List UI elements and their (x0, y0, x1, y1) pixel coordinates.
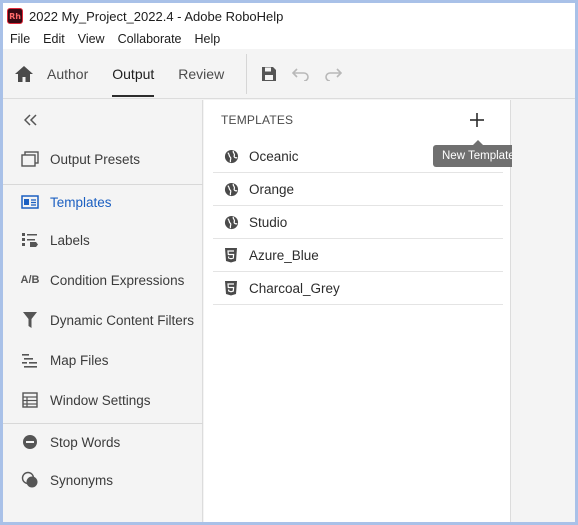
tab-review[interactable]: Review (166, 49, 236, 99)
double-chevron-left-icon[interactable] (21, 110, 41, 130)
sidebar-item-label: Templates (50, 194, 112, 210)
ab-icon: A/B (20, 274, 40, 286)
templates-header: TEMPLATES (221, 113, 294, 127)
sidebar-item-window-settings[interactable]: Window Settings (3, 380, 203, 420)
tab-author-label: Author (47, 65, 89, 82)
template-name: Azure_Blue (249, 247, 319, 263)
new-template-button[interactable] (466, 109, 488, 131)
undo-icon (292, 67, 309, 81)
tab-output-label: Output (112, 65, 155, 82)
templates-panel: TEMPLATES Oceanic Orange Studio Azure_Bl… (204, 100, 524, 522)
robohelp-logo-icon: Rh (7, 8, 23, 24)
undo-button[interactable] (287, 60, 315, 88)
menu-view[interactable]: View (78, 32, 105, 46)
tab-output[interactable]: Output (100, 49, 166, 99)
synonyms-icon (20, 470, 40, 490)
toolbar-divider (246, 53, 248, 94)
menu-collaborate[interactable]: Collaborate (118, 32, 182, 46)
menu-bar: File Edit View Collaborate Help (3, 29, 575, 49)
save-button[interactable] (255, 60, 283, 88)
sidebar-item-label: Map Files (50, 352, 109, 368)
tab-review-label: Review (178, 65, 225, 82)
list-item[interactable]: Charcoal_Grey (213, 272, 503, 305)
sidebar-item-label: Condition Expressions (50, 272, 185, 288)
labels-icon (20, 230, 40, 250)
menu-edit[interactable]: Edit (43, 32, 65, 46)
globe-icon (223, 181, 239, 197)
template-name: Studio (249, 214, 288, 230)
plus-icon (470, 113, 484, 127)
home-icon[interactable] (13, 63, 35, 85)
sidebar-item-label: Output Presets (50, 151, 141, 167)
app-window: Rh 2022 My_Project_2022.4 - Adobe RoboHe… (0, 0, 578, 525)
sidebar-item-labels[interactable]: Labels (3, 220, 203, 260)
templates-icon (20, 192, 40, 212)
output-sidebar: Output Presets Templates Labels A/B Cond… (3, 100, 203, 522)
html5-icon (223, 247, 239, 263)
window-settings-icon (20, 390, 40, 410)
main-toolbar: Author Output Review (3, 49, 575, 99)
title-bar: Rh 2022 My_Project_2022.4 - Adobe RoboHe… (3, 3, 575, 29)
window-title: 2022 My_Project_2022.4 - Adobe RoboHelp (29, 8, 284, 24)
sidebar-item-label: Window Settings (50, 392, 151, 408)
sidebar-item-dynamic-content-filters[interactable]: Dynamic Content Filters (3, 300, 203, 340)
html5-icon (223, 280, 239, 296)
sidebar-item-output-presets[interactable]: Output Presets (3, 139, 203, 179)
stop-words-icon (20, 432, 40, 452)
sidebar-item-condition-expressions[interactable]: A/B Condition Expressions (3, 260, 203, 300)
sidebar-item-map-files[interactable]: Map Files (3, 340, 203, 380)
save-icon (262, 66, 277, 81)
tab-author[interactable]: Author (35, 49, 100, 99)
list-item[interactable]: Studio (213, 206, 503, 239)
globe-icon (223, 148, 239, 164)
filter-icon (20, 310, 40, 330)
sidebar-item-label: Dynamic Content Filters (50, 312, 195, 328)
list-item[interactable]: Azure_Blue (213, 239, 503, 272)
redo-button[interactable] (319, 60, 347, 88)
menu-help[interactable]: Help (195, 32, 221, 46)
sidebar-item-label: Stop Words (50, 434, 121, 450)
right-pane (512, 100, 575, 522)
globe-icon (223, 214, 239, 230)
sidebar-item-synonyms[interactable]: Synonyms (3, 460, 203, 500)
sidebar-item-stop-words[interactable]: Stop Words (3, 422, 203, 462)
map-files-icon (20, 350, 40, 370)
template-name: Oceanic (249, 148, 299, 164)
sidebar-item-templates[interactable]: Templates (3, 182, 203, 222)
new-template-tooltip: New Template (433, 140, 524, 167)
redo-icon (325, 67, 343, 81)
sidebar-item-label: Labels (50, 232, 90, 248)
template-name: Orange (249, 181, 295, 197)
sidebar-item-label: Synonyms (50, 472, 114, 488)
template-name: Charcoal_Grey (249, 280, 340, 296)
list-item[interactable]: Orange (213, 173, 503, 206)
output-presets-icon (20, 149, 40, 169)
menu-file[interactable]: File (10, 32, 30, 46)
